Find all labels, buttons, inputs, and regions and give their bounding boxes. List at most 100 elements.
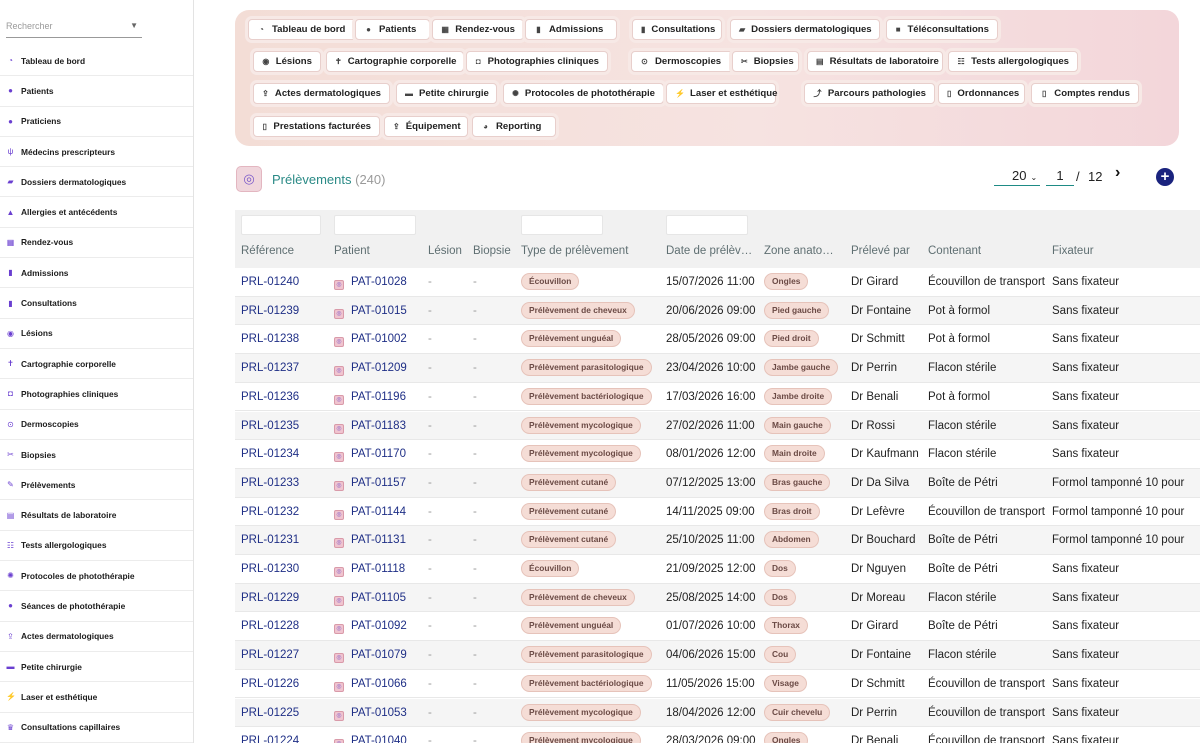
filter-reference[interactable] — [241, 215, 321, 235]
patient-link[interactable]: ◎ PAT-01144 — [334, 506, 406, 520]
menu-button-photographies-cliniques[interactable]: ◘ Photographies cliniques — [466, 51, 608, 72]
patient-link[interactable]: ◎ PAT-01209 — [334, 362, 407, 377]
filter-type[interactable] — [521, 215, 603, 235]
sidebar-item-allergies-et-antecedents[interactable]: ▲ Allergies et antécédents — [0, 197, 193, 228]
sidebar-item-patients[interactable]: ● Patients — [0, 76, 193, 107]
patient-link[interactable]: ◎ PAT-01105 — [334, 592, 406, 606]
sidebar-item-resultats-de-laboratoire[interactable]: ▤ Résultats de laboratoire — [0, 500, 193, 531]
reference-link[interactable]: PRL-01233 — [241, 477, 299, 489]
patient-link[interactable]: ◎ PAT-01040 — [334, 735, 407, 743]
table-row[interactable]: PRL-01231 ◎ PAT-01131 - - Prélèvement cutané 2… — [235, 526, 1200, 555]
menu-button-tableau-de-bord[interactable]: ◔ Tableau de bord — [248, 19, 370, 40]
table-row[interactable]: PRL-01237 ◎ PAT-01209 - - Prélèvement parasit… — [235, 354, 1200, 383]
table-row[interactable]: PRL-01230 ◎ PAT-01118 - - Écouvillon 21/09/202… — [235, 555, 1200, 584]
reference-link[interactable]: PRL-01240 — [241, 276, 299, 288]
patient-link[interactable]: ◎ PAT-01118 — [334, 563, 405, 577]
menu-button-teleconsultations[interactable]: ■ Téléconsultations — [886, 19, 998, 40]
reference-link[interactable]: PRL-01235 — [241, 420, 299, 432]
column-header-lesion[interactable]: Lésion — [428, 245, 462, 257]
menu-button-laser-et-esthetique[interactable]: ⚡ Laser et esthétique — [666, 83, 777, 104]
reference-link[interactable]: PRL-01234 — [241, 448, 299, 460]
table-row[interactable]: PRL-01238 ◎ PAT-01002 - - Prélèvement unguéal… — [235, 325, 1200, 355]
menu-button-cartographie-corporelle[interactable]: ✝ Cartographie corporelle — [326, 51, 464, 72]
sidebar-item-cartographie-corporelle[interactable]: ✝ Cartographie corporelle — [0, 349, 193, 380]
sidebar-item-lesions[interactable]: ◉ Lésions — [0, 319, 193, 349]
table-row[interactable]: PRL-01236 ◎ PAT-01196 - - Prélèvement bactéri… — [235, 383, 1200, 412]
table-row[interactable]: PRL-01234 ◎ PAT-01170 - - Prélèvement mycolog… — [235, 440, 1200, 469]
sidebar-item-laser-et-esthetique[interactable]: ⚡ Laser et esthétique — [0, 682, 193, 713]
column-header-contenant[interactable]: Contenant — [928, 245, 981, 257]
reference-link[interactable]: PRL-01225 — [241, 707, 299, 719]
reference-link[interactable]: PRL-01231 — [241, 534, 299, 546]
menu-button-protocoles-de-phototherapie[interactable]: ✺ Protocoles de photothérapie — [503, 83, 664, 104]
table-row[interactable]: PRL-01225 ◎ PAT-01053 - - Prélèvement mycolog… — [235, 698, 1200, 728]
patient-link[interactable]: ◎ PAT-01002 — [334, 333, 407, 348]
menu-button-biopsies[interactable]: ✂ Biopsies — [732, 51, 799, 72]
sidebar-item-tests-allergologiques[interactable]: ☷ Tests allergologiques — [0, 531, 193, 562]
reference-link[interactable]: PRL-01224 — [241, 735, 299, 743]
table-row[interactable]: PRL-01227 ◎ PAT-01079 - - Prélèvement parasit… — [235, 641, 1200, 670]
patient-link[interactable]: ◎ PAT-01015 — [334, 305, 407, 319]
menu-button-admissions[interactable]: ▮ Admissions — [525, 19, 617, 40]
menu-button-reporting[interactable]: ◕ Reporting — [472, 116, 556, 137]
filter-date[interactable] — [666, 215, 748, 235]
sidebar-item-tableau-de-bord[interactable]: ◔ Tableau de bord — [0, 46, 193, 77]
table-row[interactable]: PRL-01232 ◎ PAT-01144 - - Prélèvement cutané 1… — [235, 498, 1200, 527]
reference-link[interactable]: PRL-01229 — [241, 592, 299, 604]
menu-button-consultations[interactable]: ▮ Consultations — [632, 19, 722, 40]
search-select[interactable]: Rechercher ▼ — [6, 18, 142, 38]
filter-patient[interactable] — [334, 215, 416, 235]
next-page-icon[interactable]: › — [1115, 164, 1120, 182]
patient-link[interactable]: ◎ PAT-01053 — [334, 707, 407, 721]
patient-link[interactable]: ◎ PAT-01131 — [334, 534, 406, 549]
sidebar-item-actes-dermatologiques[interactable]: ⇪ Actes dermatologiques — [0, 622, 193, 652]
reference-link[interactable]: PRL-01227 — [241, 649, 299, 661]
caret-down-icon[interactable]: ▼ — [130, 21, 138, 30]
column-header-date-de-prelev[interactable]: Date de prélèv… — [666, 245, 752, 257]
sidebar-item-petite-chirurgie[interactable]: ▬ Petite chirurgie — [0, 652, 193, 683]
table-row[interactable]: PRL-01239 ◎ PAT-01015 - - Prélèvement de chev… — [235, 296, 1200, 326]
sidebar-item-dermoscopies[interactable]: ⊙ Dermoscopies — [0, 410, 193, 440]
menu-button-dossiers-dermatologiques[interactable]: ▰ Dossiers dermatologiques — [730, 19, 880, 40]
sidebar-item-medecins-prescripteurs[interactable]: ψ Médecins prescripteurs — [0, 137, 193, 168]
sidebar-item-rendez-vous[interactable]: ▦ Rendez-vous — [0, 228, 193, 259]
table-row[interactable]: PRL-01235 ◎ PAT-01183 - - Prélèvement mycolog… — [235, 411, 1200, 441]
menu-button-dermoscopies[interactable]: ⊙ Dermoscopies — [631, 51, 746, 72]
column-header-biopsie[interactable]: Biopsie — [473, 245, 511, 257]
menu-button-tests-allergologiques[interactable]: ☷ Tests allergologiques — [948, 51, 1078, 72]
column-header-zone-anato[interactable]: Zone anato… — [764, 245, 834, 257]
reference-link[interactable]: PRL-01226 — [241, 678, 299, 690]
patient-link[interactable]: ◎ PAT-01196 — [334, 391, 406, 405]
table-row[interactable]: PRL-01229 ◎ PAT-01105 - - Prélèvement de chev… — [235, 583, 1200, 613]
reference-link[interactable]: PRL-01232 — [241, 506, 299, 518]
reference-link[interactable]: PRL-01237 — [241, 362, 299, 374]
menu-button-parcours-pathologies[interactable]: ⤴ Parcours pathologies — [804, 83, 935, 104]
column-header-preleve-par[interactable]: Prélevé par — [851, 245, 910, 257]
table-row[interactable]: PRL-01228 ◎ PAT-01092 - - Prélèvement unguéal… — [235, 612, 1200, 642]
sidebar-item-praticiens[interactable]: ● Praticiens — [0, 107, 193, 137]
patient-link[interactable]: ◎ PAT-01028 — [334, 276, 407, 290]
patient-link[interactable]: ◎ PAT-01092 — [334, 620, 407, 635]
menu-button-ordonnances[interactable]: ▯ Ordonnances — [938, 83, 1025, 104]
menu-button-comptes-rendus[interactable]: ▯ Comptes rendus — [1031, 83, 1139, 104]
menu-button-equipement[interactable]: ⇪ Équipement — [384, 116, 468, 137]
add-record-button[interactable]: + — [1156, 168, 1174, 186]
page-size-select[interactable]: 20 ⌄ — [994, 166, 1040, 186]
menu-button-patients[interactable]: ● Patients — [355, 19, 430, 40]
menu-button-prestations-facturees[interactable]: ▯ Prestations facturées — [253, 116, 380, 137]
reference-link[interactable]: PRL-01239 — [241, 305, 299, 317]
sidebar-item-consultations-capillaires[interactable]: ♛ Consultations capillaires — [0, 713, 193, 743]
sidebar-item-prelevements[interactable]: ✎ Prélèvements — [0, 470, 193, 501]
menu-button-lesions[interactable]: ◉ Lésions — [253, 51, 321, 72]
reference-link[interactable]: PRL-01238 — [241, 333, 299, 345]
column-header-patient[interactable]: Patient — [334, 245, 370, 257]
table-row[interactable]: PRL-01240 ◎ PAT-01028 - - Écouvillon 15/07/202… — [235, 268, 1200, 297]
reference-link[interactable]: PRL-01228 — [241, 620, 299, 632]
reference-link[interactable]: PRL-01230 — [241, 563, 299, 575]
column-header-reference[interactable]: Référence — [241, 245, 294, 257]
reference-link[interactable]: PRL-01236 — [241, 391, 299, 403]
menu-button-rendez-vous[interactable]: ▦ Rendez-vous — [432, 19, 524, 40]
menu-button-resultats-de-laboratoire[interactable]: ▤ Résultats de laboratoire — [807, 51, 943, 72]
table-row[interactable]: PRL-01224 ◎ PAT-01040 - - Prélèvement mycolog… — [235, 727, 1200, 743]
patient-link[interactable]: ◎ PAT-01170 — [334, 448, 406, 463]
